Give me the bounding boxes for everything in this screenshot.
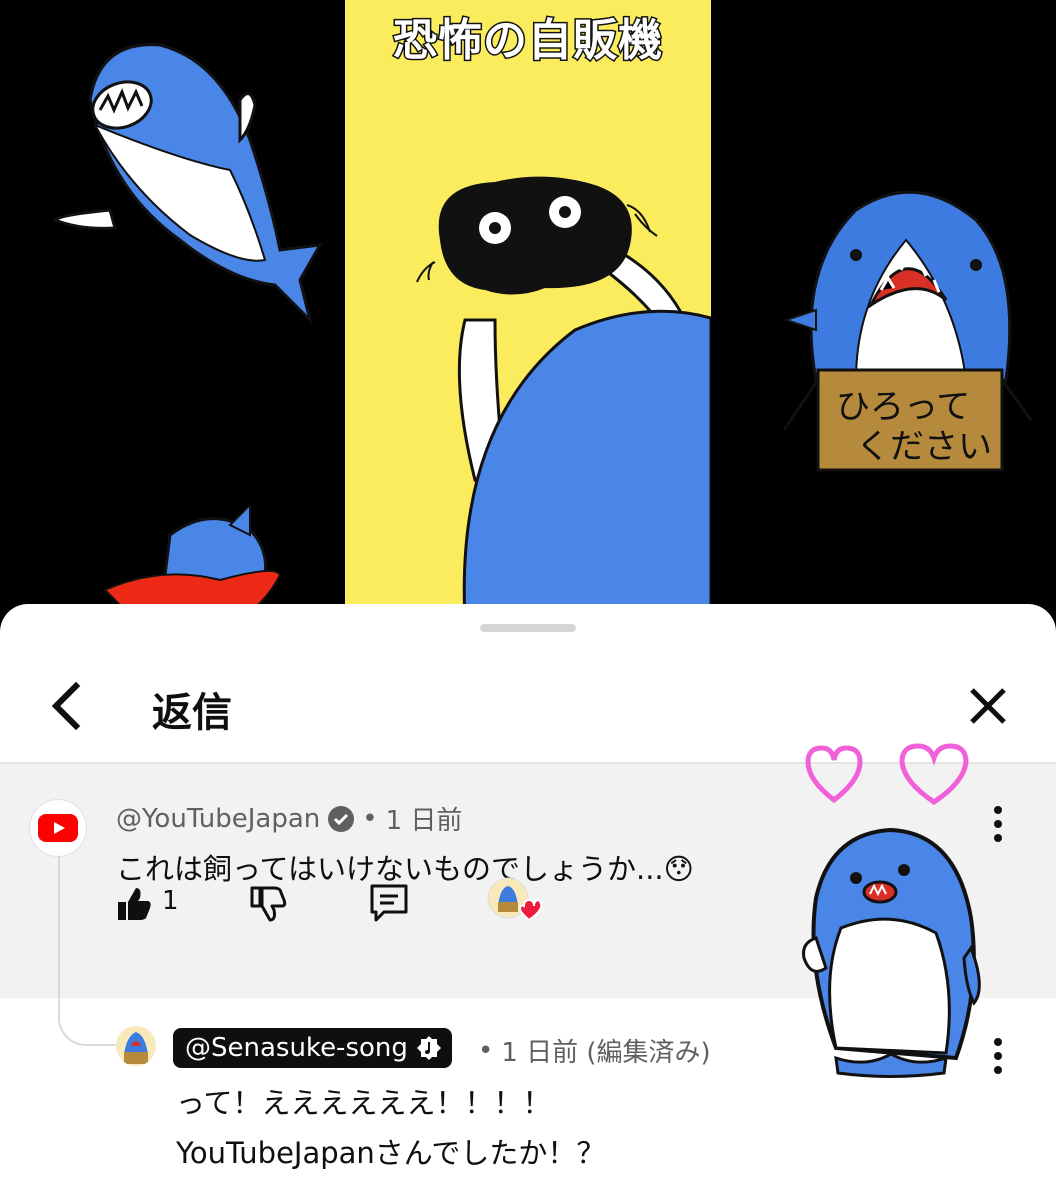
hearts-sticker [805,743,969,806]
video-player[interactable]: 恐怖の自販機 ひろって ください [0,0,1056,666]
reply-avatar[interactable] [116,1026,156,1066]
more-vertical-icon [994,806,1002,842]
reply-meta: • 1 日前 (編集済み) [478,1032,711,1069]
like-button[interactable] [114,884,154,928]
sign-text-line2: ください [856,427,992,467]
comment-text: これは飼ってはいけないものでしょうか... [116,852,664,886]
reply-author-pill[interactable]: @Senasuke-song [173,1028,452,1068]
sign-text-line1: ひろって [836,387,970,427]
more-vertical-icon [994,1038,1002,1074]
youtube-avatar[interactable] [30,800,86,856]
thread-connector [58,856,120,1046]
shocked-shark-sticker [802,827,981,1078]
like-count: 1 [162,886,179,916]
comment-author[interactable]: @YouTubeJapan [116,804,320,834]
reply-more-button[interactable] [986,1036,1010,1076]
creator-heart-icon [487,877,543,922]
close-icon [970,688,1006,724]
creator-heart [486,876,543,932]
close-button[interactable] [958,676,1018,736]
boxed-shark-illustration: ひろって ください [782,190,1033,472]
shark-avatar-icon [124,1032,148,1064]
parent-comment-more-button[interactable] [986,804,1010,844]
sheet-title: 返信 [152,690,232,736]
thumbs-down-icon [250,886,287,922]
reply-text-line1: って！ええええええ！！！！ [176,1086,552,1120]
video-center-panel: 恐怖の自販機 [345,0,711,620]
drag-handle[interactable] [480,624,576,632]
music-note-badge-icon [416,1036,441,1060]
comment-icon [370,884,408,922]
thumbs-up-icon [118,888,151,920]
chevron-left-icon [51,681,81,731]
reply-time: 1 日前 (編集済み) [501,1038,711,1068]
comment-time: 1 日前 [385,806,463,836]
youtube-logo-icon [38,814,78,842]
verified-icon [328,805,355,832]
reply-author: @Senasuke-song [185,1033,408,1063]
reply-button[interactable] [368,882,410,928]
center-character-illustration [416,176,711,620]
dislike-button[interactable] [248,884,288,928]
meta-separator: • [478,1035,494,1066]
flying-shark-illustration [52,43,323,325]
back-button[interactable] [38,676,98,736]
reply-text-line2: YouTubeJapanさんでしたか！？ [176,1136,606,1170]
meta-separator: • [362,803,378,834]
comment-emoji: 😯 [663,852,694,886]
